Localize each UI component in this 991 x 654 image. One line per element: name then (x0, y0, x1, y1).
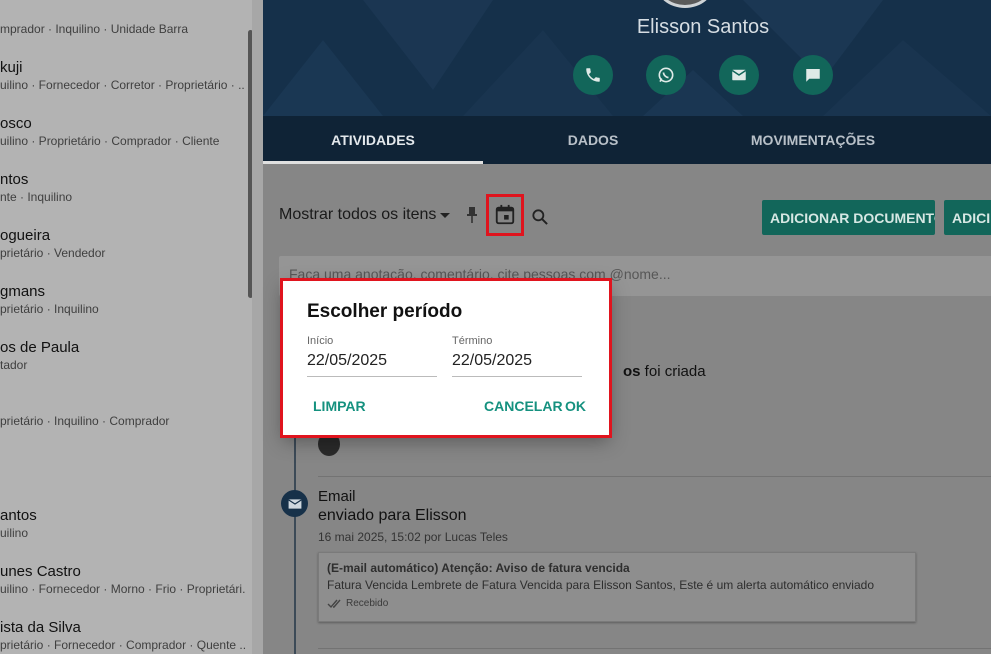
contact-name: antos (0, 507, 37, 524)
created-event-text: os foi criada (623, 363, 706, 380)
whatsapp-icon (658, 67, 674, 83)
end-date-input[interactable]: 22/05/2025 (452, 352, 582, 377)
profile-name: Elisson Santos (636, 16, 770, 38)
profile-header: Elisson Santos (263, 0, 991, 116)
end-date-field[interactable]: Término 22/05/2025 (452, 335, 582, 377)
contact-name: kuji (0, 59, 23, 76)
divider (318, 648, 991, 649)
timeline-line (294, 434, 296, 654)
contact-name: gmans (0, 283, 46, 300)
search-icon[interactable] (530, 207, 550, 227)
email-button[interactable] (719, 55, 759, 95)
pin-icon[interactable] (466, 206, 478, 224)
start-date-label: Início (307, 335, 334, 347)
add-more-button[interactable]: ADICI (944, 200, 991, 235)
ok-button[interactable]: OK (565, 398, 586, 414)
contact-item[interactable]: ntos nte · Inquilino (0, 171, 245, 204)
email-event-title: Email (318, 488, 356, 505)
tab-atividades[interactable]: ATIVIDADES (263, 116, 483, 164)
double-check-icon (327, 599, 341, 608)
email-event-icon (281, 490, 308, 517)
contact-item[interactable]: mprador · Inquilino · Unidade Barra (0, 20, 245, 36)
panel-divider (252, 0, 263, 654)
call-button[interactable] (573, 55, 613, 95)
contact-name: os de Paula (0, 339, 80, 356)
cancel-button[interactable]: CANCELAR (484, 398, 563, 414)
contact-name: ogueira (0, 227, 51, 244)
contact-item[interactable]: osco uilino · Proprietário · Comprador ·… (0, 115, 245, 148)
chevron-down-icon[interactable] (440, 213, 450, 218)
tab-movimentacoes[interactable]: MOVIMENTAÇÕES (703, 116, 923, 164)
contact-name: osco (0, 115, 32, 132)
clear-button[interactable]: LIMPAR (313, 398, 366, 414)
dialog-title: Escolher período (307, 301, 463, 322)
contact-name: ntos (0, 171, 29, 188)
contact-item[interactable]: ista da Silva prietário · Fornecedor · C… (0, 619, 245, 652)
calendar-highlight (486, 194, 524, 236)
date-range-dialog: Escolher período Início 22/05/2025 Térmi… (283, 281, 609, 435)
contact-item[interactable]: kuji uilino · Fornecedor · Corretor · Pr… (0, 59, 245, 92)
contact-item[interactable]: antos uilino (0, 507, 245, 540)
whatsapp-button[interactable] (646, 55, 686, 95)
contact-item[interactable]: prietário · Inquilino · Comprador (0, 395, 245, 428)
filter-dropdown[interactable]: Mostrar todos os itens (279, 206, 436, 224)
mail-icon (287, 498, 302, 509)
end-date-label: Término (452, 335, 493, 347)
contact-item[interactable]: os de Paula tador (0, 339, 245, 372)
contact-tags: uilino · Proprietário · Comprador · Clie… (0, 134, 220, 148)
email-card[interactable]: (E-mail automático) Atenção: Aviso de fa… (318, 552, 916, 622)
contact-tags: prietário · Fornecedor · Comprador · Que… (0, 638, 245, 652)
contact-name: ista da Silva (0, 619, 81, 636)
contact-name (0, 395, 245, 412)
tab-bar: ATIVIDADES DADOS MOVIMENTAÇÕES (263, 116, 991, 164)
contact-tags: prietário · Inquilino (0, 302, 99, 316)
tab-dados[interactable]: DADOS (483, 116, 703, 164)
avatar (318, 432, 340, 456)
phone-icon (586, 68, 600, 82)
mail-icon (731, 69, 747, 81)
email-card-status: Recebido (327, 598, 907, 609)
contact-item[interactable]: gmans prietário · Inquilino (0, 283, 245, 316)
created-bold: os (623, 363, 641, 380)
divider (318, 476, 991, 477)
contact-list: mprador · Inquilino · Unidade Barra kuji… (0, 0, 252, 654)
contact-name: unes Castro (0, 563, 81, 580)
contact-tags: uilino (0, 526, 29, 540)
contact-tags: nte · Inquilino (0, 190, 73, 204)
email-event-meta: 16 mai 2025, 15:02 por Lucas Teles (318, 530, 508, 544)
message-icon (806, 69, 820, 82)
contact-tags: prietário · Inquilino · Comprador (0, 414, 170, 428)
created-suffix: foi criada (640, 363, 706, 380)
start-date-input[interactable]: 22/05/2025 (307, 352, 437, 377)
message-button[interactable] (793, 55, 833, 95)
contact-item[interactable]: unes Castro uilino · Fornecedor · Morno … (0, 563, 245, 596)
add-document-button[interactable]: ADICIONAR DOCUMENTO (762, 200, 935, 235)
email-card-body: Fatura Vencida Lembrete de Fatura Vencid… (327, 578, 874, 592)
email-card-status-label: Recebido (346, 598, 389, 609)
contact-tags: prietário · Vendedor (0, 246, 106, 260)
contact-tags: uilino · Fornecedor · Morno · Frio · Pro… (0, 582, 245, 596)
contact-tags: tador (0, 358, 28, 372)
email-event-subtitle: enviado para Elisson (318, 507, 467, 524)
start-date-field[interactable]: Início 22/05/2025 (307, 335, 437, 377)
contact-tags: uilino · Fornecedor · Corretor · Proprie… (0, 78, 245, 92)
contact-item[interactable]: ogueira prietário · Vendedor (0, 227, 245, 260)
email-card-title: (E-mail automático) Atenção: Aviso de fa… (327, 561, 630, 575)
contact-tags: mprador · Inquilino · Unidade Barra (0, 22, 189, 36)
